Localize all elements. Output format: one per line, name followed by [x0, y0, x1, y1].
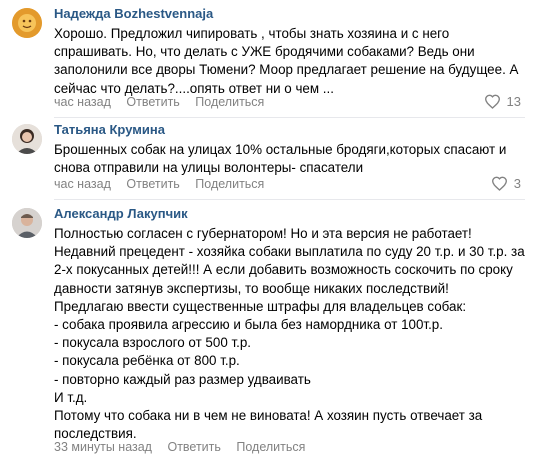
comment-line: - покусала ребёнка от 800 т.р.	[54, 353, 240, 369]
reply-button[interactable]: Ответить	[126, 95, 179, 109]
comment-time[interactable]: час назад	[54, 177, 111, 191]
like-count: 13	[506, 94, 521, 109]
comment-author[interactable]: Александр Лакупчик	[54, 206, 188, 221]
comment-line: - покусала взрослого от 500 т.р.	[54, 335, 252, 351]
comment-meta: час назад Ответить Поделиться	[54, 95, 276, 109]
comment-text: Полностью согласен с губернатором! Но и …	[54, 225, 525, 443]
comment-line: Предлагаю ввести существенные штрафы для…	[54, 298, 467, 314]
comment-line: давности затянув экспертизы, то вообще н…	[54, 280, 449, 296]
share-button[interactable]: Поделиться	[195, 95, 264, 109]
share-button[interactable]: Поделиться	[195, 177, 264, 191]
comment-meta: час назад Ответить Поделиться	[54, 177, 276, 191]
person-photo-icon	[12, 124, 42, 154]
like-button[interactable]: 3	[491, 176, 521, 191]
avatar[interactable]	[12, 124, 42, 154]
comment-meta: 33 минуты назад Ответить Поделиться	[54, 440, 317, 454]
divider	[54, 117, 525, 118]
lion-avatar-icon	[12, 8, 42, 38]
comment-author[interactable]: Татьяна Крумина	[54, 122, 165, 137]
reply-button[interactable]: Ответить	[167, 440, 220, 454]
comment-line: Потому что собака ни в чем не виновата! …	[54, 408, 483, 424]
reply-button[interactable]: Ответить	[126, 177, 179, 191]
comment-line: Недавний прецедент - хозяйка собаки выпл…	[54, 244, 525, 260]
comment-time[interactable]: час назад	[54, 95, 111, 109]
comment-line: заполонили все дворы Тюмени? Моор предла…	[54, 62, 519, 78]
comment-text: Брошенных собак на улицах 10% остальные …	[54, 141, 524, 177]
heart-icon	[491, 176, 507, 191]
comment-line: Полностью согласен с губернатором! Но и …	[54, 226, 472, 241]
share-button[interactable]: Поделиться	[236, 440, 305, 454]
comment-line: - повторно каждый раз размер удваивать	[54, 371, 311, 387]
comment-line: Хорошо. Предложил чипировать , чтобы зна…	[54, 26, 450, 41]
comment-line: - собака проявила агрессию и была без на…	[54, 317, 443, 333]
like-count: 3	[513, 176, 521, 191]
comment-author[interactable]: Надежда Bozhestvennaja	[54, 6, 213, 21]
avatar[interactable]	[12, 208, 42, 238]
like-button[interactable]: 13	[484, 94, 521, 109]
comment-text: Хорошо. Предложил чипировать , чтобы зна…	[54, 25, 524, 98]
comment-line: 2-х покусанных детей!!! А если добавить …	[54, 262, 513, 278]
divider	[54, 199, 525, 200]
comment-line: снова отправили на улицы волонтеры- спас…	[54, 160, 364, 176]
comment-time[interactable]: 33 минуты назад	[54, 440, 152, 454]
comment-line: И т.д.	[54, 389, 88, 405]
avatar[interactable]	[12, 8, 42, 38]
comment-line: Брошенных собак на улицах 10% остальные …	[54, 142, 507, 157]
comment-line: спрашивать. Но, что делать с УЖЕ бродячи…	[54, 44, 475, 60]
heart-icon	[484, 94, 500, 109]
person-photo-icon	[12, 208, 42, 238]
